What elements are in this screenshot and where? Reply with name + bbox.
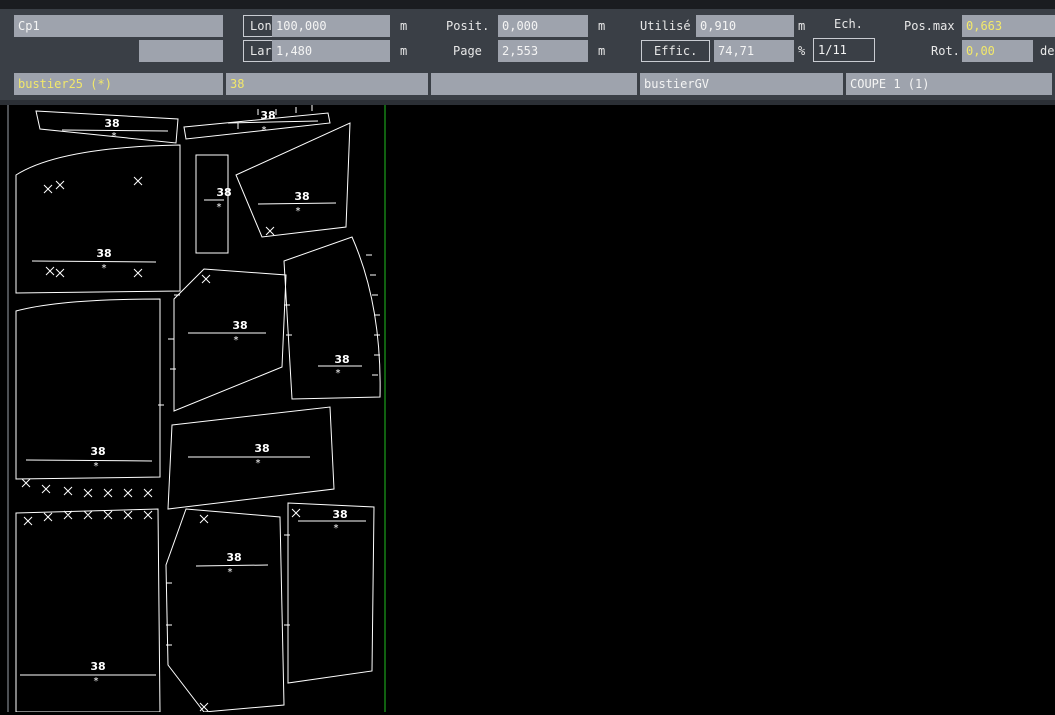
posmax-field[interactable]: 0,663 bbox=[962, 15, 1055, 37]
larg-field[interactable]: 1,480 bbox=[272, 40, 390, 62]
size-label-10: 38 bbox=[90, 660, 105, 673]
top-border bbox=[0, 0, 1055, 9]
size-label-2: 38 bbox=[260, 109, 275, 122]
center-marker-4: * bbox=[217, 202, 222, 213]
size-field[interactable]: 38 bbox=[226, 73, 428, 95]
utilise-field[interactable]: 0,910 bbox=[696, 15, 794, 37]
pattern-piece-4[interactable] bbox=[195, 154, 229, 254]
center-marker-7: * bbox=[234, 335, 239, 346]
size-label-11: 38 bbox=[226, 551, 241, 564]
model-name-field[interactable]: bustier25 (*) bbox=[14, 73, 223, 95]
ech-field[interactable]: 1/11 bbox=[813, 38, 875, 62]
page-field[interactable]: 2,553 bbox=[498, 40, 588, 62]
toolbar-panel: Cp1 Long. 100,000 m Larg. 1,480 m Posit.… bbox=[0, 0, 1055, 105]
long-field[interactable]: 100,000 bbox=[272, 15, 390, 37]
effic-label-text: Effic. bbox=[641, 40, 711, 62]
center-marker-5: * bbox=[296, 206, 301, 217]
center-marker-12: * bbox=[334, 523, 339, 534]
center-marker-10: * bbox=[94, 676, 99, 687]
larg-unit: m bbox=[400, 44, 408, 58]
effic-label: Effic. bbox=[641, 40, 711, 62]
size-label-3: 38 bbox=[96, 247, 111, 260]
pattern-piece-12[interactable] bbox=[287, 502, 375, 684]
pattern-piece-3[interactable] bbox=[15, 144, 181, 294]
long-unit: m bbox=[400, 19, 408, 33]
center-marker-11: * bbox=[228, 567, 233, 578]
rot-label: Rot. bbox=[931, 44, 960, 58]
pattern-piece-7[interactable] bbox=[173, 268, 287, 412]
utilise-label: Utilisé bbox=[640, 19, 691, 33]
size-label-12: 38 bbox=[332, 508, 347, 521]
size-label-1: 38 bbox=[104, 117, 119, 130]
variant-field[interactable]: bustierGV bbox=[640, 73, 843, 95]
status-empty-field[interactable] bbox=[431, 73, 637, 95]
utilise-unit: m bbox=[798, 19, 806, 33]
size-label-6: 38 bbox=[90, 445, 105, 458]
ech-label: Ech. bbox=[834, 17, 863, 31]
rot-unit: de bbox=[1040, 44, 1055, 58]
posit-field[interactable]: 0,000 bbox=[498, 15, 588, 37]
center-marker-1: * bbox=[112, 131, 117, 142]
cut-field[interactable]: COUPE 1 (1) bbox=[846, 73, 1052, 95]
page-label: Page bbox=[453, 44, 482, 58]
center-marker-9: * bbox=[256, 458, 261, 469]
page-unit: m bbox=[598, 44, 606, 58]
pattern-piece-10[interactable] bbox=[15, 508, 161, 713]
edge-ticks bbox=[158, 105, 380, 646]
posit-label: Posit. bbox=[446, 19, 490, 33]
grain-line-5 bbox=[257, 202, 337, 205]
pattern-piece-9[interactable] bbox=[167, 406, 335, 510]
center-marker-6: * bbox=[94, 461, 99, 472]
rot-field[interactable]: 0,00 bbox=[962, 40, 1033, 62]
pattern-piece-11[interactable] bbox=[165, 508, 285, 713]
size-label-4: 38 bbox=[216, 186, 231, 199]
grain-line-11 bbox=[195, 564, 269, 567]
placement-name-field[interactable]: Cp1 bbox=[14, 15, 223, 37]
size-label-8: 38 bbox=[334, 353, 349, 366]
size-label-7: 38 bbox=[232, 319, 247, 332]
size-label-9: 38 bbox=[254, 442, 269, 455]
center-marker-8: * bbox=[336, 368, 341, 379]
marker-canvas[interactable]: 38 38 38 38 38 38 38 38 38 38 38 38 * * … bbox=[0, 105, 1055, 713]
pattern-piece-8[interactable] bbox=[283, 236, 381, 400]
pattern-piece-6[interactable] bbox=[15, 298, 161, 480]
posmax-label: Pos.max bbox=[904, 19, 955, 33]
placement-extra-field[interactable] bbox=[139, 40, 223, 62]
effic-unit: % bbox=[798, 44, 806, 58]
effic-field[interactable]: 74,71 bbox=[714, 40, 794, 62]
size-label-5: 38 bbox=[294, 190, 309, 203]
grain-line-3 bbox=[31, 260, 157, 263]
center-marker-3: * bbox=[102, 263, 107, 274]
center-marker-2: * bbox=[262, 125, 267, 136]
marker-drawing[interactable]: 38 38 38 38 38 38 38 38 38 38 38 38 * * … bbox=[0, 105, 1055, 713]
grain-line-6 bbox=[25, 459, 153, 462]
pattern-piece-5[interactable] bbox=[235, 122, 351, 238]
posit-unit: m bbox=[598, 19, 606, 33]
pattern-piece-2[interactable] bbox=[183, 112, 331, 140]
